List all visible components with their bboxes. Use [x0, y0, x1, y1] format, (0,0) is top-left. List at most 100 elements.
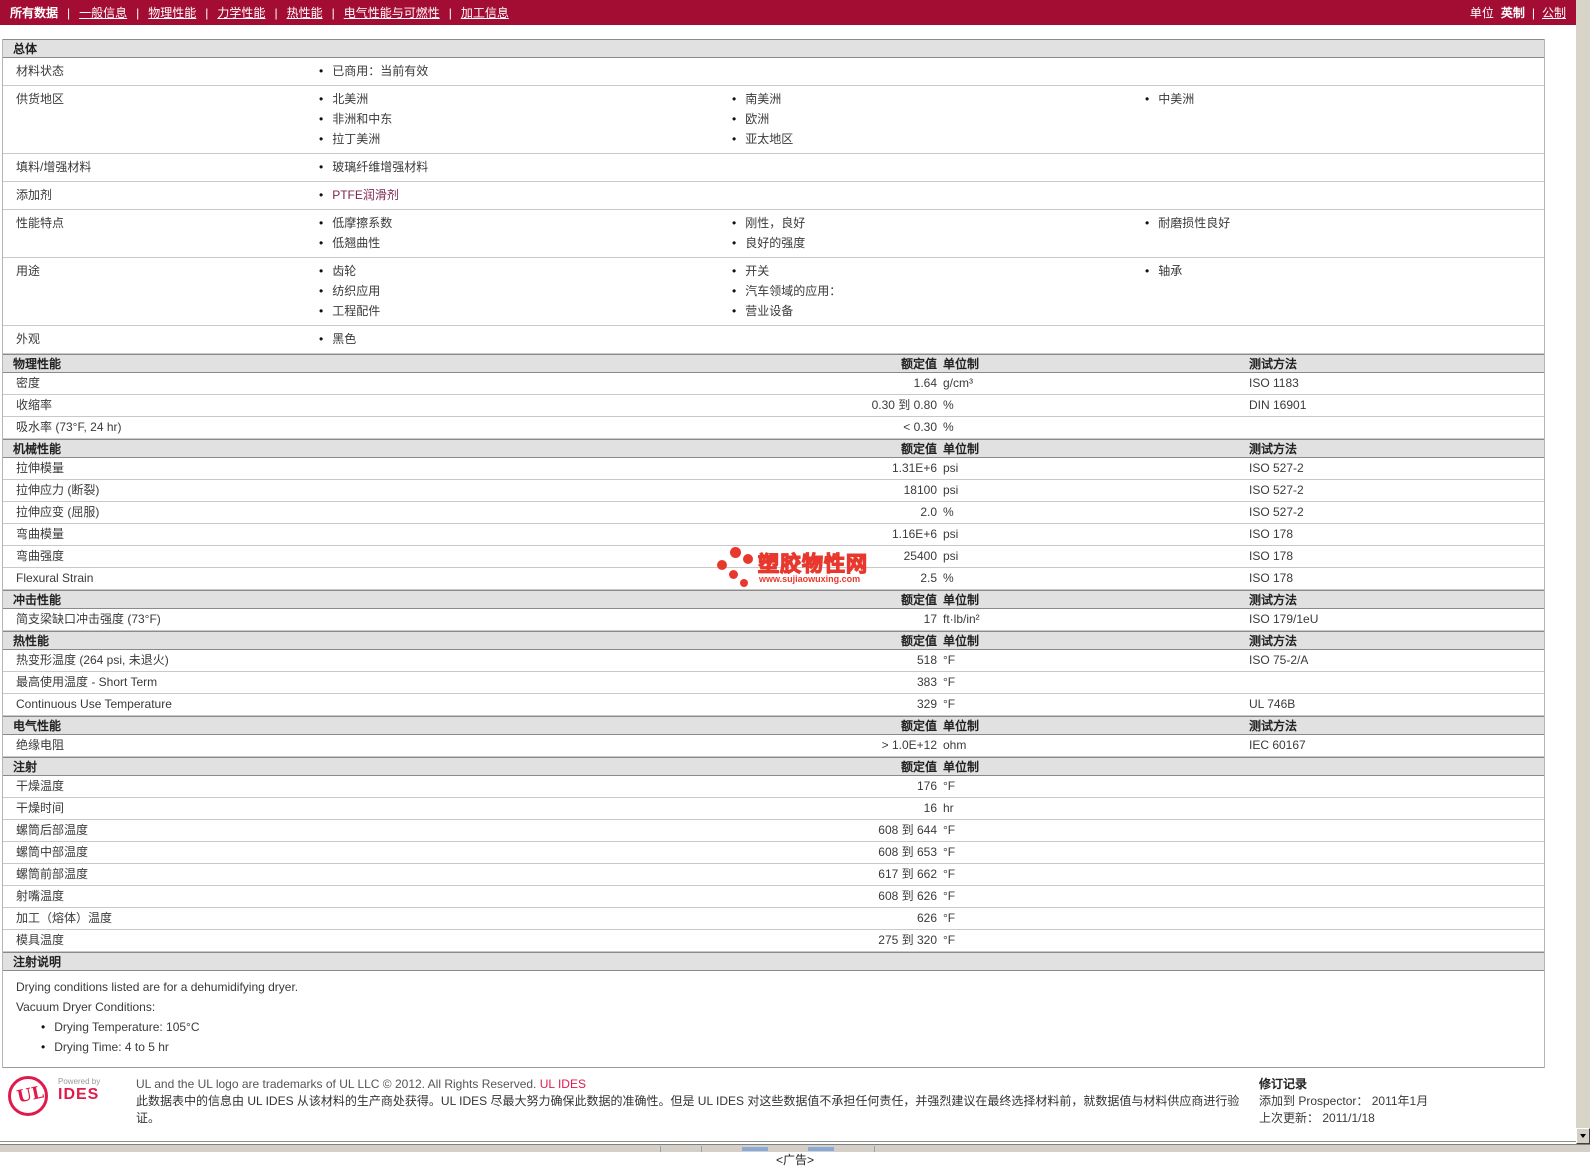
bullet-item: • 中美洲 — [1137, 89, 1544, 109]
property-name: 拉伸应力 (断裂) — [16, 483, 100, 497]
property-value: 25400 — [903, 549, 937, 563]
property-value: 1.64 — [913, 376, 937, 390]
note-bullet-text: Drying Temperature: 105°C — [54, 1020, 200, 1034]
bullet-icon: • — [319, 92, 324, 106]
revision-updated-row: 上次更新： 2011/1/18 — [1259, 1110, 1428, 1127]
bullet-icon: • — [732, 132, 737, 146]
property-unit: ft·lb/in² — [943, 612, 980, 626]
column-header-test-method: 测试方法 — [1249, 442, 1298, 456]
property-row: 吸水率 (73°F, 24 hr) < 0.30% — [3, 417, 1544, 439]
bullet-item: • 良好的强度 — [724, 233, 1137, 253]
top-navbar: 所有数据 | 一般信息 | 物理性能 | 力学性能 | 热性能 | 电气性能与可燃性 | 加工信息 单位… — [0, 0, 1576, 25]
general-col-2: • 刚性，良好 • 良好的强度 — [724, 213, 1137, 253]
bullet-text: 低摩擦系数 — [332, 216, 393, 230]
scroll-down-button[interactable] — [1576, 1128, 1590, 1144]
bullet-icon: • — [319, 112, 324, 126]
property-row: 收缩率 0.30 到 0.80% DIN 16901 — [3, 395, 1544, 417]
unit-metric-link[interactable]: 公制 — [1542, 4, 1566, 21]
bullet-item: • 开关 — [724, 261, 1137, 281]
column-header-rating: 额定值 — [900, 593, 937, 607]
property-name: Flexural Strain — [16, 571, 94, 585]
general-row: 添加剂 • PTFE润滑剂 — [3, 182, 1544, 210]
general-row: 性能特点 • 低摩擦系数 • 低翘曲性 • 刚性，良好 • 良好的强度 • 耐磨损性良好 — [3, 210, 1544, 258]
column-header-unit-system: 单位制 — [943, 719, 980, 733]
property-row: 绝缘电阻 > 1.0E+12 ohm IEC 60167 — [3, 735, 1544, 757]
property-unit: psi — [943, 483, 959, 497]
general-row-label: 外观 — [16, 332, 41, 346]
column-header-rating: 额定值 — [900, 357, 937, 371]
bullet-text: 营业设备 — [745, 304, 794, 318]
column-header-unit-system: 单位制 — [943, 593, 980, 607]
property-row: 热变形温度 (264 psi, 未退火) 518 °F ISO 75-2/A — [3, 650, 1544, 672]
property-value: 17 — [923, 612, 937, 626]
bullet-text: 耐磨损性良好 — [1158, 216, 1231, 230]
section-title: 总体 — [13, 42, 38, 56]
property-name: 收缩率 — [16, 398, 53, 412]
property-unit: °F — [943, 697, 956, 711]
ul-ides-link[interactable]: UL IDES — [540, 1077, 586, 1091]
section-header-0: 物理性能 额定值 单位制 测试方法 — [3, 354, 1544, 373]
property-value: > 1.0E+12 — [881, 738, 937, 752]
general-col-2 — [724, 329, 1137, 349]
test-method-value: ISO 527-2 — [1249, 483, 1304, 497]
bullet-text: 玻璃纤维增强材料 — [332, 160, 429, 174]
nav-separator: | — [136, 5, 140, 20]
property-row: Continuous Use Temperature 329 °F UL 746B — [3, 694, 1544, 716]
property-name: Continuous Use Temperature — [16, 697, 172, 711]
bullet-icon: • — [732, 304, 737, 318]
general-col-1: • PTFE润滑剂 — [311, 185, 724, 205]
bullet-icon: • — [732, 236, 737, 250]
nav-item-5[interactable]: 电气性能与可燃性 — [344, 4, 440, 21]
section-header-general: 总体 — [3, 39, 1544, 58]
revision-updated-label: 上次更新： — [1259, 1111, 1320, 1125]
notes-body: Drying conditions listed are for a dehum… — [3, 971, 1544, 1068]
general-col-1: • 玻璃纤维增强材料 — [311, 157, 724, 177]
property-row: 干燥温度 176 °F — [3, 776, 1544, 798]
general-col-3 — [1137, 61, 1544, 81]
nav-item-3[interactable]: 力学性能 — [217, 4, 265, 21]
property-value: 1.31E+6 — [891, 461, 937, 475]
nav-item-2[interactable]: 物理性能 — [148, 4, 196, 21]
nav-item-1[interactable]: 一般信息 — [79, 4, 127, 21]
property-unit: hr — [943, 801, 954, 815]
ul-mark-text: UL — [15, 1082, 46, 1108]
property-unit: % — [943, 420, 954, 434]
section-header-1: 机械性能 额定值 单位制 测试方法 — [3, 439, 1544, 458]
nav-item-0[interactable]: 所有数据 — [10, 4, 58, 21]
bullet-icon: • — [732, 216, 737, 230]
general-col-3 — [1137, 329, 1544, 349]
general-col-1: • 黑色 — [311, 329, 724, 349]
ul-logo: UL Powered by IDES — [8, 1076, 100, 1127]
bullet-icon: • — [732, 112, 737, 126]
test-method-value: ISO 527-2 — [1249, 505, 1304, 519]
property-value: 2.0 — [920, 505, 937, 519]
datasheet-table: 总体 材料状态 • 已商用：当前有效 供货地区 • 北美洲 • 非洲和中东 • 拉丁美洲 • 南美洲 •… — [2, 39, 1545, 1068]
bullet-item: • 低翘曲性 — [311, 233, 724, 253]
note-paragraph: Vacuum Dryer Conditions: — [16, 1000, 156, 1014]
bullet-text: 良好的强度 — [745, 236, 806, 250]
property-unit: °F — [943, 675, 956, 689]
property-row: 螺筒后部温度 608 到 644 °F — [3, 820, 1544, 842]
property-sections: 物理性能 额定值 单位制 测试方法 密度 1.64 g/cm³ ISO 1183 收缩率 0.30… — [3, 354, 1544, 952]
section-title: 热性能 — [13, 634, 50, 648]
nav-item-4[interactable]: 热性能 — [287, 4, 323, 21]
general-row-label: 性能特点 — [16, 216, 65, 230]
units-label: 单位 — [1469, 6, 1494, 20]
property-name: 简支梁缺口冲击强度 (73°F) — [16, 612, 161, 626]
bullet-icon: • — [319, 64, 324, 78]
test-method-value: ISO 1183 — [1249, 376, 1299, 390]
footer-text: UL and the UL logo are trademarks of UL … — [136, 1076, 1251, 1127]
vertical-scrollbar[interactable] — [1576, 0, 1590, 1144]
property-row: 拉伸模量 1.31E+6 psi ISO 527-2 — [3, 458, 1544, 480]
general-row: 材料状态 • 已商用：当前有效 — [3, 58, 1544, 86]
bullet-text: 低翘曲性 — [332, 236, 381, 250]
bullet-item: • 亚太地区 — [724, 129, 1137, 149]
property-unit: psi — [943, 549, 959, 563]
nav-item-6[interactable]: 加工信息 — [461, 4, 509, 21]
general-row: 用途 • 齿轮 • 纺织应用 • 工程配件 • 开关 • 汽车领域的应用： • 营业设备 • 轴承 — [3, 258, 1544, 326]
bullet-icon: • — [319, 160, 324, 174]
test-method-value: UL 746B — [1249, 697, 1296, 711]
test-method-value: ISO 527-2 — [1249, 461, 1304, 475]
column-header-unit-system: 单位制 — [943, 357, 980, 371]
bullet-text: 非洲和中东 — [332, 112, 393, 126]
